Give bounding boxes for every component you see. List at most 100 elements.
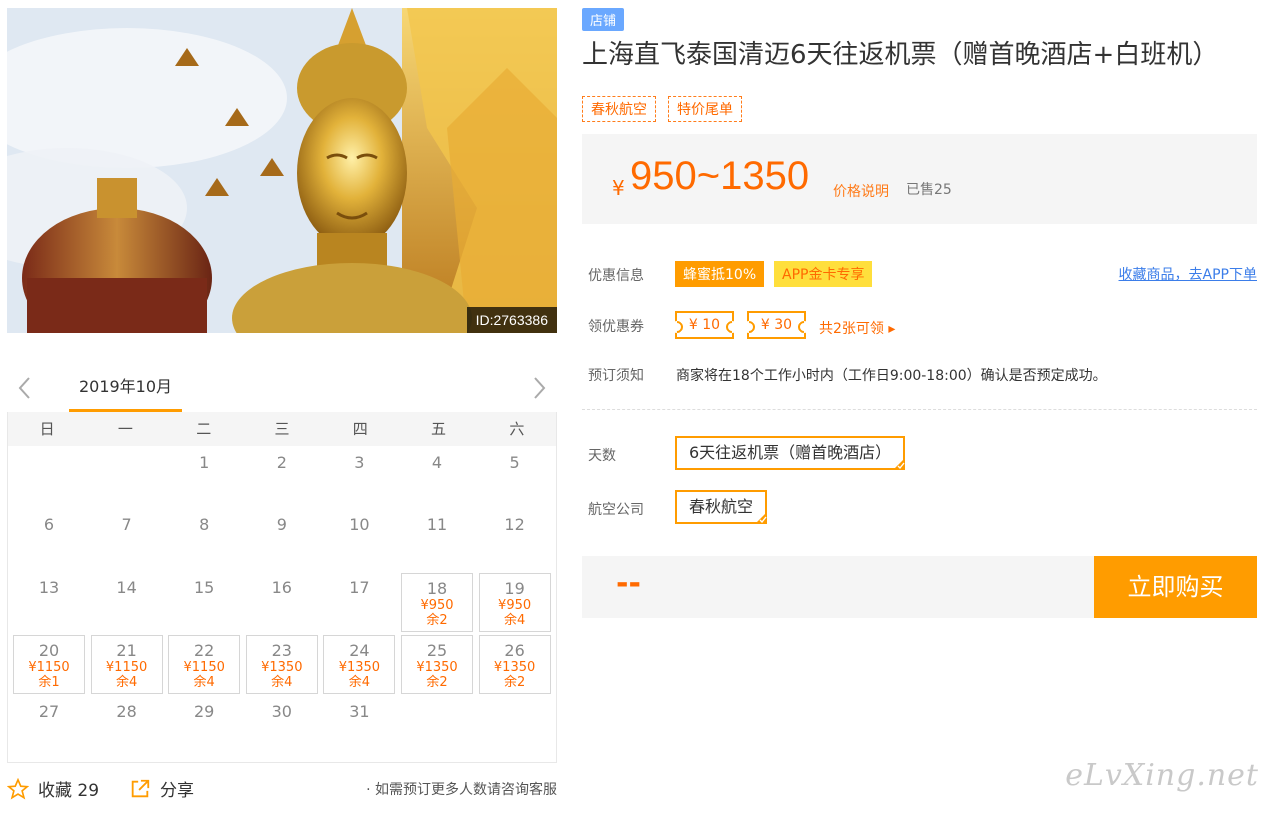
day-number: 14 xyxy=(116,577,137,597)
watermark: eLvXing.net xyxy=(1065,758,1259,793)
day-number: 16 xyxy=(271,577,292,597)
price-explain-link[interactable]: 价格说明 xyxy=(833,181,889,201)
day-price: ¥950 xyxy=(420,597,454,613)
calendar-day-available[interactable]: 21 ¥1150 余4 xyxy=(90,634,163,694)
day-number: 23 xyxy=(271,640,292,660)
calendar-day-available[interactable]: 25 ¥1350 余2 xyxy=(401,634,473,694)
day-number: 5 xyxy=(509,453,520,472)
calendar-day: 17 xyxy=(323,573,395,632)
weekday-label: 二 xyxy=(196,420,212,438)
calendar-day-available[interactable]: 20 ¥1150 余1 xyxy=(13,634,85,694)
day-number: 2 xyxy=(276,453,287,472)
promo-app-badge: APP金卡专享 xyxy=(774,261,873,287)
share-icon xyxy=(131,779,150,797)
calendar-day: 14 xyxy=(91,573,163,632)
calendar-day: 16 xyxy=(246,573,318,632)
share-label: 分享 xyxy=(160,781,194,801)
calendar-day-available[interactable]: 26 ¥1350 余2 xyxy=(478,634,551,694)
currency-symbol: ¥ xyxy=(612,176,625,200)
calendar-day: 3 xyxy=(323,448,395,507)
calendar-day: 29 xyxy=(168,697,240,756)
days-option[interactable]: 6天往返机票（赠首晚酒店） xyxy=(675,436,906,470)
calendar-month-tab[interactable]: 2019年10月 xyxy=(69,366,182,412)
calendar-day: 4 xyxy=(401,448,473,507)
calendar-day-available[interactable]: 23 ¥1350 余4 xyxy=(245,634,318,694)
divider xyxy=(582,409,1257,410)
day-number: 29 xyxy=(194,702,215,722)
promo-label: 优惠信息 xyxy=(588,268,644,284)
day-number: 30 xyxy=(271,702,292,722)
day-number: 20 xyxy=(38,640,60,660)
calendar-day: 10 xyxy=(323,510,395,569)
day-number: 15 xyxy=(194,577,215,597)
day-price: ¥1150 xyxy=(105,659,148,675)
calendar-header: 2019年10月 xyxy=(7,366,557,412)
day-price: ¥1350 xyxy=(493,659,536,675)
airline-option[interactable]: 春秋航空 xyxy=(675,490,768,524)
weekday-label: 一 xyxy=(117,420,133,438)
calendar-day: 11 xyxy=(401,510,473,569)
weekday-label: 六 xyxy=(509,420,525,438)
star-icon xyxy=(7,777,29,799)
tag-airline: 春秋航空 xyxy=(582,96,656,122)
day-number: 25 xyxy=(426,640,448,660)
product-title: 上海直飞泰国清迈6天往返机票（赠首晚酒店+白班机） xyxy=(582,40,1219,70)
day-number: 27 xyxy=(38,702,60,722)
weekday-label: 五 xyxy=(431,420,447,438)
price-box: ¥ 950~1350 价格说明 已售25 xyxy=(582,134,1257,224)
calendar-day: 15 xyxy=(168,573,240,632)
favorite-label: 收藏 29 xyxy=(38,781,100,801)
calendar-day: 31 xyxy=(323,697,395,756)
day-seats-left: 余4 xyxy=(503,612,526,628)
buy-bar: -- 立即购买 xyxy=(582,556,1257,618)
day-number: 26 xyxy=(504,640,525,660)
day-price: ¥1350 xyxy=(416,659,458,675)
days-option-label: 6天往返机票（赠首晚酒店） xyxy=(689,443,892,462)
day-seats-left: 余2 xyxy=(426,612,448,628)
day-number: 6 xyxy=(43,515,55,535)
coupon-label: 领优惠券 xyxy=(588,319,644,335)
day-price: ¥1150 xyxy=(28,659,70,675)
calendar-day: 12 xyxy=(479,510,551,569)
day-number: 21 xyxy=(116,640,137,660)
calendar-day: 9 xyxy=(246,510,318,569)
chevron-right-icon xyxy=(534,377,546,399)
day-seats-left: 余4 xyxy=(348,674,371,690)
day-number: 4 xyxy=(431,453,443,472)
product-title-block: 店铺上海直飞泰国清迈6天往返机票（赠首晚酒店+白班机） xyxy=(582,8,1262,75)
weekday-label: 三 xyxy=(274,420,290,438)
calendar-day-available[interactable]: 19 ¥950 余4 xyxy=(478,572,551,632)
share-button[interactable]: 分享 xyxy=(129,776,194,801)
calendar-day: 1 xyxy=(168,448,240,507)
day-number: 19 xyxy=(504,578,525,598)
buy-now-button[interactable]: 立即购买 xyxy=(1094,556,1257,618)
product-image: ID:2763386 xyxy=(7,8,557,333)
favorite-button[interactable]: 收藏 29 xyxy=(7,776,99,801)
check-corner-icon xyxy=(755,512,768,524)
calendar-day: 27 xyxy=(13,697,85,756)
calendar-day-available[interactable]: 18 ¥950 余2 xyxy=(401,572,473,632)
calendar-day: 13 xyxy=(13,573,85,632)
calendar-day-available[interactable]: 24 ¥1350 余4 xyxy=(323,634,396,694)
airline-option-label: 春秋航空 xyxy=(689,497,754,516)
calendar-day-available[interactable]: 22 ¥1150 余4 xyxy=(168,634,241,694)
sold-count: 已售25 xyxy=(906,182,952,198)
day-seats-left: 余4 xyxy=(115,674,138,690)
day-number: 7 xyxy=(121,515,132,535)
coupon-10[interactable]: ¥ 10 xyxy=(675,311,734,339)
app-order-link[interactable]: 收藏商品，去APP下单 xyxy=(1119,264,1257,284)
day-number: 12 xyxy=(504,515,525,535)
calendar-day: 5 xyxy=(479,448,551,507)
calendar-prev-button[interactable] xyxy=(15,374,35,402)
notice-text: 商家将在18个工作小时内（工作日9:00-18:00）确认是否预定成功。 xyxy=(676,368,1107,384)
day-number: 22 xyxy=(194,640,215,660)
calendar-day: 30 xyxy=(246,697,318,756)
coupon-30[interactable]: ¥ 30 xyxy=(747,311,806,339)
calendar-next-button[interactable] xyxy=(529,374,549,402)
day-seats-left: 余1 xyxy=(38,674,60,690)
day-seats-left: 余4 xyxy=(271,674,293,690)
day-number: 10 xyxy=(349,515,370,535)
day-seats-left: 余2 xyxy=(503,674,526,690)
coupon-all-link[interactable]: 共2张可领 ▸ xyxy=(819,318,895,338)
days-label: 天数 xyxy=(588,448,616,464)
